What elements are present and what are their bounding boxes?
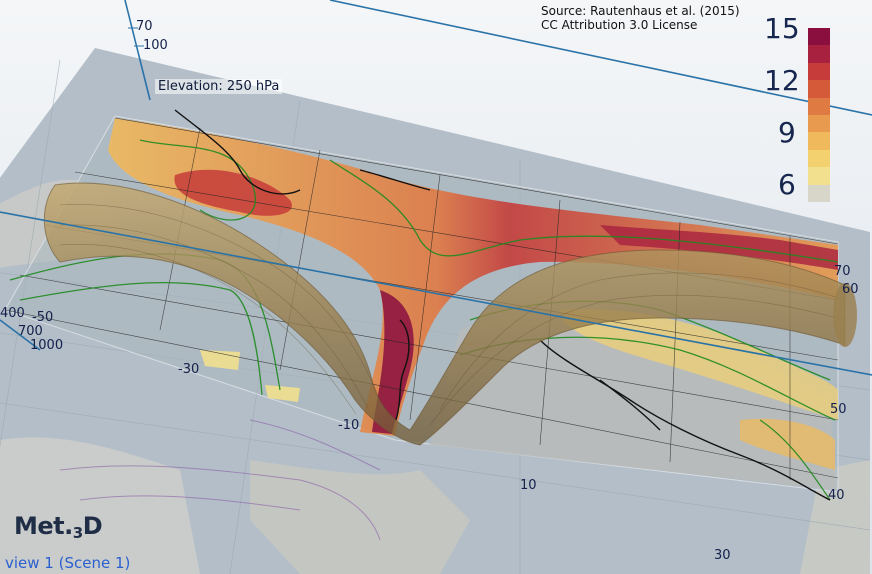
met3d-logo: Met.3D	[14, 512, 103, 542]
colorbar-swatch	[808, 167, 830, 185]
lon-label-30: 30	[714, 548, 731, 563]
colorbar-swatch	[808, 28, 830, 46]
colorbar-swatch	[808, 45, 830, 63]
colorbar-tick-15: 15	[764, 12, 800, 45]
colorbar-tick-6: 6	[778, 168, 796, 201]
elevation-label: Elevation: 250 hPa	[155, 79, 283, 94]
view-label: view 1 (Scene 1)	[5, 554, 131, 572]
colorbar-tick-12: 12	[764, 64, 800, 97]
colorbar-tick-9: 9	[778, 116, 796, 149]
source-attribution: Source: Rautenhaus et al. (2015) CC Attr…	[541, 4, 740, 32]
colorbar-swatch	[808, 149, 830, 168]
lon-label-neg50: -50	[32, 310, 54, 325]
pressure-label-left-0: 400	[0, 306, 25, 321]
lon-label-neg30: -30	[178, 362, 200, 377]
lat-label-50: 50	[830, 402, 847, 417]
colorbar-swatch	[808, 62, 830, 81]
pressure-label-top-0: 70	[136, 19, 153, 34]
colorbar-swatch	[808, 114, 830, 133]
colorbar-swatch	[808, 184, 830, 202]
lat-label-70: 70	[834, 264, 851, 279]
pressure-label-left-1: 700	[18, 324, 43, 339]
colorbar	[808, 28, 830, 202]
lon-label-10: 10	[520, 478, 537, 493]
pressure-label-left-2: 1000	[30, 338, 64, 353]
lon-label-neg10: -10	[338, 418, 360, 433]
colorbar-swatch	[808, 97, 830, 115]
pressure-label-top-1: 100	[143, 38, 168, 53]
scene-3d-view[interactable]	[0, 0, 872, 574]
license-line: CC Attribution 3.0 License	[541, 18, 698, 32]
source-line: Source: Rautenhaus et al. (2015)	[541, 4, 740, 18]
lat-label-40: 40	[828, 488, 845, 503]
colorbar-swatch	[808, 80, 830, 98]
met3d-viewport[interactable]: 70 100 400 700 1000 70 60 50 40 -50 -30 …	[0, 0, 872, 574]
colorbar-swatch	[808, 132, 830, 150]
lat-label-60: 60	[842, 282, 859, 297]
